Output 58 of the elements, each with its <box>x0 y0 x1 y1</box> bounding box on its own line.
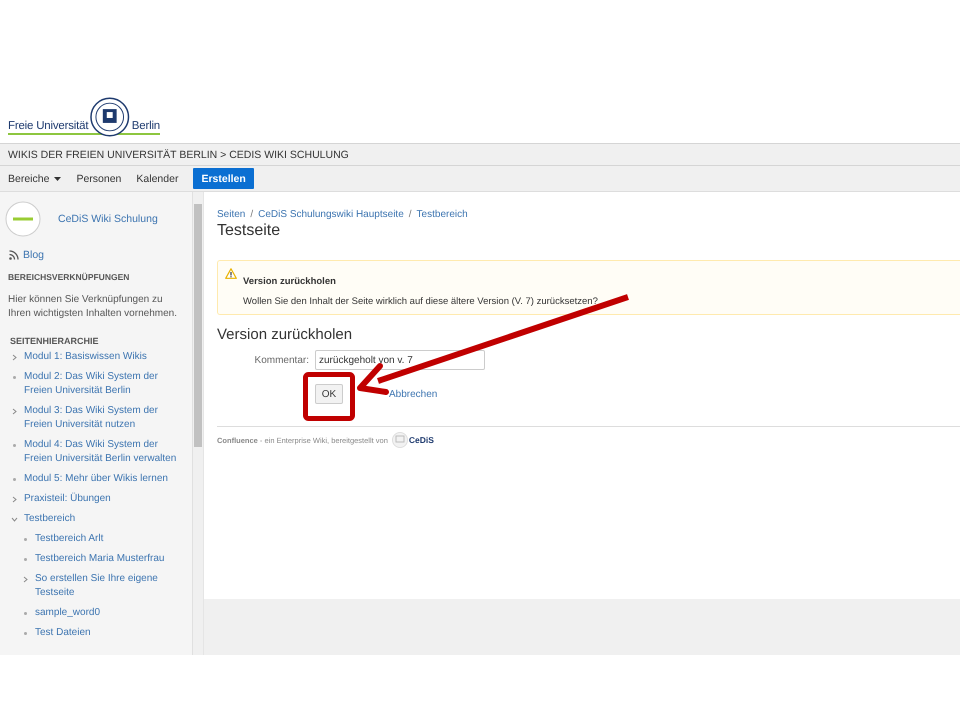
nav-menu[interactable]: Bereiche <box>8 172 62 184</box>
tree-item[interactable]: sample_word0 <box>35 606 100 620</box>
bullet-icon <box>22 610 29 617</box>
create-button[interactable]: Erstellen <box>193 168 254 189</box>
page-title: Testseite <box>217 222 282 240</box>
tree-item[interactable]: Modul 2: Das Wiki System der Freien Universität Berlin <box>24 370 188 398</box>
chevron-icon[interactable] <box>11 354 18 361</box>
warning-title: Version zurückholen <box>243 276 337 287</box>
bullet-icon <box>22 556 29 563</box>
highlight-frame <box>303 372 355 421</box>
chevron-icon[interactable] <box>11 516 18 523</box>
seal-icon <box>90 97 130 137</box>
section-heading: SEITENHIERARCHIE <box>9 336 100 346</box>
cancel-link[interactable]: Abbrechen <box>389 388 438 400</box>
breadcrumb-link[interactable]: Testbereich <box>416 209 468 220</box>
logo-text: Freie Universität <box>8 120 88 133</box>
space-avatar-icon <box>5 201 41 237</box>
chevron-icon[interactable] <box>11 496 18 503</box>
monitor-icon <box>392 432 408 448</box>
scrollbar-thumb[interactable] <box>194 204 202 447</box>
tree-item[interactable]: Testbereich <box>24 512 76 526</box>
ok-button[interactable]: OK <box>315 384 343 404</box>
tree-item[interactable]: So erstellen Sie Ihre eigene Testseite <box>35 572 188 600</box>
tree-item[interactable]: Modul 1: Basiswissen Wikis <box>24 350 147 364</box>
breadcrumb-separator: / <box>250 209 254 220</box>
tree-item[interactable]: Praxisteil: Übungen <box>24 492 111 506</box>
section-heading: BEREICHSVERKNÜPFUNGEN <box>7 272 130 282</box>
form-heading: Version zurückholen <box>217 326 354 343</box>
chevron-icon[interactable] <box>11 408 18 415</box>
nav-link[interactable]: Personen <box>76 172 122 184</box>
blog-link[interactable]: Blog <box>23 249 44 261</box>
tree-item[interactable]: Testbereich Arlt <box>35 532 104 546</box>
tree-item[interactable]: Modul 4: Das Wiki System der Freien Universität Berlin verwalten <box>24 438 188 466</box>
breadcrumb-path[interactable]: WIKIS DER FREIEN UNIVERSITÄT BERLIN > CEDIS WIKI SCHULUNG <box>8 148 349 160</box>
breadcrumb-link[interactable]: CeDiS Schulungswiki Hauptseite <box>258 209 404 220</box>
shortcuts-description: Hier können Sie Verknüpfungen zu Ihren wichtigsten Inhalten vornehmen. <box>8 293 178 321</box>
scrollbar[interactable] <box>192 192 203 655</box>
tree-item[interactable]: Testbereich Maria Musterfrau <box>35 552 164 566</box>
warning-text: Wollen Sie den Inhalt der Seite wirklich auf diese ältere Version (V. 7) zurücksetzen? <box>243 296 598 307</box>
rss-icon <box>9 250 19 260</box>
logo-text: Berlin <box>132 120 160 133</box>
field-label: Kommentar: <box>254 354 309 366</box>
bullet-icon <box>11 374 18 381</box>
tree-item[interactable]: Test Dateien <box>35 626 91 640</box>
bullet-icon <box>22 630 29 637</box>
space-name-link[interactable]: CeDiS Wiki Schulung <box>58 213 158 225</box>
breadcrumb-link[interactable]: Seiten <box>217 209 246 220</box>
nav-link[interactable]: Kalender <box>136 172 178 184</box>
bullet-icon <box>22 536 29 543</box>
caret-icon <box>54 176 62 180</box>
brand-link[interactable]: CeDiS <box>408 435 434 445</box>
bullet-icon <box>11 476 18 483</box>
chevron-icon[interactable] <box>22 576 29 583</box>
tree-item[interactable]: Modul 5: Mehr über Wikis lernen <box>24 472 168 486</box>
tree-item[interactable]: Modul 3: Das Wiki System der Freien Universität nutzen <box>24 404 188 432</box>
bullet-icon <box>11 442 18 449</box>
warning-icon <box>225 268 237 279</box>
breadcrumb-separator: / <box>408 209 412 220</box>
